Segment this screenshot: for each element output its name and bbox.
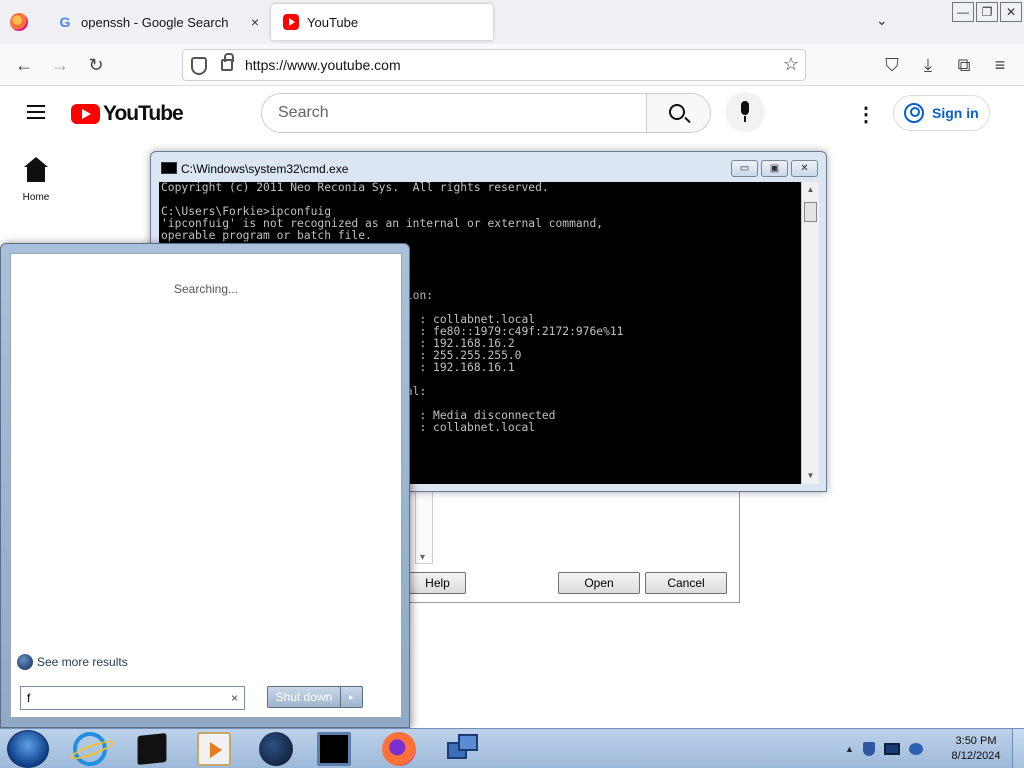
sign-in-button[interactable]: Sign in xyxy=(893,95,990,131)
hamburger-menu-icon[interactable] xyxy=(27,105,45,119)
clock-date: 8/12/2024 xyxy=(951,750,1001,762)
tab-title: YouTube xyxy=(307,14,359,30)
account-icon xyxy=(904,103,924,123)
shutdown-button-group: Shut down ▸ xyxy=(267,686,363,708)
search-icon xyxy=(669,104,685,120)
shutdown-button[interactable]: Shut down xyxy=(268,687,341,707)
sign-in-label: Sign in xyxy=(932,105,979,121)
command-prompt-taskbar-icon[interactable] xyxy=(317,732,351,766)
run-dialog-scrollbar[interactable] xyxy=(415,488,433,564)
searching-status: Searching... xyxy=(173,282,239,296)
help-button[interactable]: Help xyxy=(409,572,466,594)
youtube-icon xyxy=(283,14,299,30)
clear-search-icon[interactable]: × xyxy=(231,691,238,705)
cmd-window-controls: ▭ ▣ ✕ xyxy=(731,160,818,177)
cmd-scrollbar[interactable]: ▲ ▼ xyxy=(801,182,819,484)
youtube-search-box xyxy=(261,93,711,133)
scroll-down-arrow-icon[interactable]: ▼ xyxy=(802,468,819,484)
security-shield-icon[interactable] xyxy=(862,742,875,756)
cmd-minimize-button[interactable]: ▭ xyxy=(731,160,758,177)
bookmark-star-icon[interactable]: ☆ xyxy=(783,54,799,75)
network-app-icon[interactable] xyxy=(444,732,478,766)
internet-explorer-icon[interactable] xyxy=(73,732,107,766)
show-desktop-button[interactable] xyxy=(1012,729,1024,768)
padlock-icon[interactable] xyxy=(221,53,234,71)
scroll-up-arrow-icon[interactable]: ▲ xyxy=(802,182,819,198)
reload-icon[interactable]: ↻ xyxy=(84,53,108,77)
start-orb-button[interactable] xyxy=(7,730,49,768)
scroll-thumb[interactable] xyxy=(804,202,817,222)
tracking-protection-shield-icon[interactable] xyxy=(191,57,207,75)
cmd-title-bar[interactable]: C:\Windows\system32\cmd.exe ▭ ▣ ✕ xyxy=(151,152,826,181)
browser-tab-strip: G openssh - Google Search × YouTube ⌄ — … xyxy=(0,0,1024,44)
run-dialog: Help Open Cancel xyxy=(404,488,740,603)
extensions-icon[interactable]: ⧉ xyxy=(952,53,976,77)
globe-icon xyxy=(17,654,33,670)
youtube-wordmark: YouTube xyxy=(103,102,184,125)
start-search-input[interactable] xyxy=(21,687,221,709)
address-bar[interactable]: https://www.youtube.com ☆ xyxy=(182,49,806,81)
youtube-play-icon xyxy=(71,104,100,124)
voice-search-microphone-icon[interactable] xyxy=(725,92,765,132)
clock-time: 3:50 PM xyxy=(955,735,997,747)
taskbar: ▲ 3:50 PM 8/12/2024 xyxy=(0,728,1024,768)
start-menu-search-results: Searching... See more results xyxy=(10,253,402,718)
system-tray: ▲ xyxy=(845,729,923,768)
sidebar-item-home[interactable]: Home xyxy=(12,157,60,203)
close-window-button[interactable]: ✕ xyxy=(1000,2,1022,22)
youtube-logo[interactable]: YouTube xyxy=(71,102,184,126)
start-menu: Searching... See more results × Shut dow… xyxy=(0,243,410,728)
firefox-view-icon[interactable] xyxy=(10,13,28,31)
command-prompt-icon xyxy=(161,162,177,174)
see-more-results-link[interactable]: See more results xyxy=(17,654,128,670)
youtube-search-button[interactable] xyxy=(646,94,710,132)
sidebar-item-label: Home xyxy=(22,192,50,203)
pocket-icon[interactable]: ⛉ xyxy=(880,53,904,77)
tab-youtube[interactable]: YouTube xyxy=(271,4,493,40)
console-line: operable program or batch file. xyxy=(161,229,372,242)
volume-speaker-icon[interactable] xyxy=(908,743,923,755)
cmd-close-button[interactable]: ✕ xyxy=(791,160,818,177)
forward-arrow-icon[interactable]: → xyxy=(48,53,72,77)
show-hidden-icons-arrow-icon[interactable]: ▲ xyxy=(845,744,854,754)
browser-navigation-bar: ← → ↻ https://www.youtube.com ☆ ⛉ ⤓ ⧉ ≡ xyxy=(0,44,1024,86)
restore-button[interactable]: ❐ xyxy=(976,2,998,22)
minimize-button[interactable]: — xyxy=(952,2,974,22)
downloads-icon[interactable]: ⤓ xyxy=(916,53,940,77)
cancel-button[interactable]: Cancel xyxy=(645,572,727,594)
cmd-window-title: C:\Windows\system32\cmd.exe xyxy=(181,162,349,176)
earth-app-icon[interactable] xyxy=(259,732,293,766)
home-icon xyxy=(24,157,48,182)
start-search-box: × xyxy=(20,686,245,710)
open-button[interactable]: Open xyxy=(558,572,640,594)
back-arrow-icon[interactable]: ← xyxy=(12,53,36,77)
firefox-icon[interactable] xyxy=(382,732,416,766)
cmd-maximize-button[interactable]: ▣ xyxy=(761,160,788,177)
media-player-icon[interactable] xyxy=(197,732,231,766)
youtube-search-input[interactable] xyxy=(262,94,647,132)
close-tab-icon[interactable]: × xyxy=(243,14,267,30)
shutdown-options-arrow-icon[interactable]: ▸ xyxy=(341,687,362,707)
youtube-header: YouTube ⋮ Sign in xyxy=(0,86,1024,142)
console-line: Copyright (c) 2011 Neo Reconia Sys. All … xyxy=(161,182,549,194)
tab-title: openssh - Google Search xyxy=(81,14,229,30)
settings-kebab-icon[interactable]: ⋮ xyxy=(856,102,876,127)
window-controls: — ❐ ✕ xyxy=(952,2,1022,22)
google-g-icon: G xyxy=(59,14,71,30)
tab-list-chevron-icon[interactable]: ⌄ xyxy=(876,12,888,29)
see-more-label: See more results xyxy=(37,655,128,669)
app-menu-icon[interactable]: ≡ xyxy=(988,53,1012,77)
taskbar-clock[interactable]: 3:50 PM 8/12/2024 xyxy=(940,734,1012,764)
tab-google-search[interactable]: G openssh - Google Search × xyxy=(45,4,267,40)
black-box-app-icon[interactable] xyxy=(137,733,167,765)
network-monitor-icon[interactable] xyxy=(883,743,900,755)
url-text[interactable]: https://www.youtube.com xyxy=(245,57,401,73)
